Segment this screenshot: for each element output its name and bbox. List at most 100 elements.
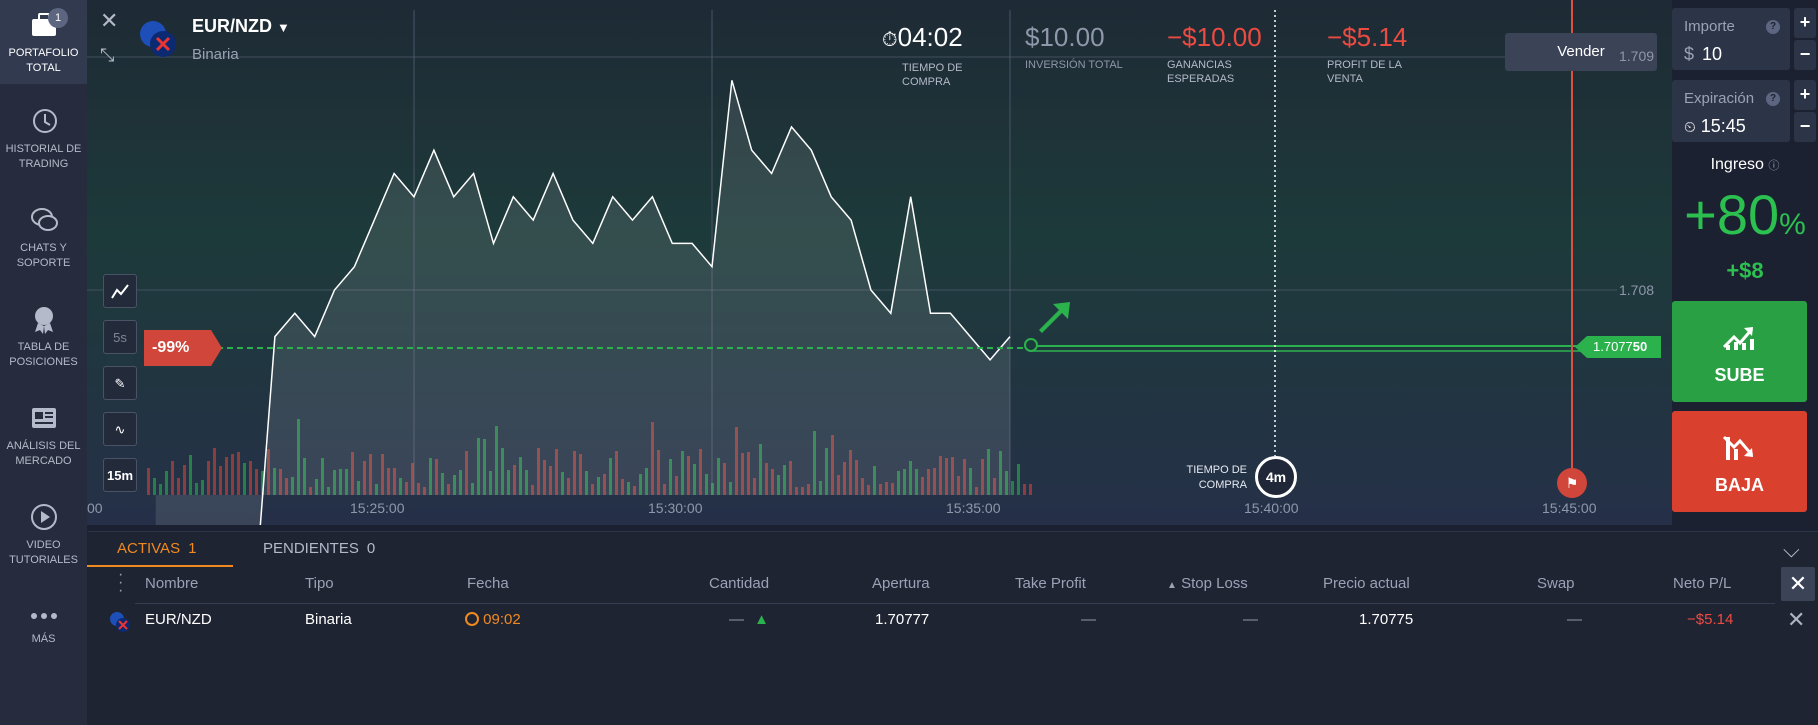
expiration-decrease-button[interactable]: − [1794,112,1816,142]
sidebar-item-leaderboard[interactable]: TABLA DE POSICIONES [0,304,87,370]
sidebar-item-chats[interactable]: CHATS Y SOPORTE [0,205,87,271]
col-cantidad[interactable]: Cantidad [709,575,769,592]
chart-canvas [87,0,1617,525]
expiration-value: ⏲ 15:45 [1684,116,1746,137]
col-precio-actual[interactable]: Precio actual [1323,575,1410,592]
sidebar-item-label: ANÁLISIS DEL MERCADO [6,440,81,467]
amount-field[interactable]: Importe ? $10 [1672,8,1790,70]
volume-bar [159,484,162,495]
up-triangle-icon: ▲ [754,611,770,628]
more-icon [30,613,57,619]
col-fecha[interactable]: Fecha [467,575,509,592]
eur-nzd-flag-icon [110,612,130,632]
expiration-label: Expiración [1684,90,1755,107]
expected-stat: −$10.00 GANANCIAS ESPERADAS [1167,22,1262,86]
expiration-time: 15:45 [1700,116,1746,136]
volume-bar [171,461,174,495]
timer-icon [465,612,479,626]
investment-label: INVERSIÓN TOTAL [1025,59,1123,71]
sidebar-item-label: TABLA DE POSICIONES [9,341,78,368]
help-icon[interactable]: ? [1766,92,1780,106]
col-apertura[interactable]: Apertura [872,575,930,592]
buy-time-stat: ⏱04:02 TIEMPO DE COMPRA [882,22,992,89]
cell-pl: −$5.14 [1687,611,1734,628]
amount-number: 10 [1702,44,1723,64]
sidebar-item-label: PORTAFOLIO TOTAL [8,47,79,74]
tab-count: 0 [366,540,376,557]
tab-count: 1 [188,540,197,557]
buy-time-countdown: 4m [1255,456,1297,498]
expected-value: −$10.00 [1167,22,1262,52]
sidebar-item-portfolio[interactable]: 1 PORTAFOLIO TOTAL [0,0,87,84]
asset-selector[interactable]: EUR/NZD ▼ [192,16,290,37]
cell-swap: — [1567,611,1582,628]
income-label: Ingreso ⓘ [1672,156,1818,174]
tab-active[interactable]: ACTIVAS 1 [87,531,233,567]
draw-tool-button[interactable]: ✎ [103,366,137,400]
volume-bar [207,461,210,495]
amount-increase-button[interactable]: + [1794,8,1816,38]
currency-symbol: $ [1684,44,1695,64]
volume-bar [243,463,246,495]
wave-icon: ∿ [114,422,126,437]
y-tick-label: 1.708 [1619,282,1655,298]
current-price-tag: 1.707750 [1587,336,1661,358]
sidebar-item-history[interactable]: HISTORIAL DE TRADING [0,106,87,172]
volume-bar [213,448,216,495]
expiration-increase-button[interactable]: + [1794,80,1816,110]
income-percent-value: +80 [1684,183,1780,246]
medal-icon [34,307,53,334]
sidebar-item-label: VIDEO TUTORIALES [9,539,78,566]
table-header-divider [135,603,1775,604]
cell-qty-value: — [729,611,744,628]
help-icon[interactable]: ⓘ [1768,160,1779,172]
price-chart[interactable]: EUR/NZD ▼ Binaria ✕ ⤡ ⏱04:02 TIEMPO DE C… [87,0,1672,525]
buy-time-label: TIEMPO DE COMPRA [902,62,963,88]
clock-icon: ⏲ [1684,119,1696,136]
column-menu-icon[interactable]: · · · [118,567,123,599]
collapse-panel-icon[interactable]: ⌵ [1783,537,1800,563]
timeframe-button[interactable]: 15m [103,458,137,492]
col-take-profit[interactable]: Take Profit [1015,575,1086,592]
close-all-button[interactable]: ✕ [1781,567,1815,601]
col-nombre[interactable]: Nombre [145,575,198,592]
stopwatch-icon: ⏱ [882,29,898,51]
expiration-field[interactable]: Expiración ? ⏲ 15:45 [1672,80,1790,142]
indicators-button[interactable]: ∿ [103,412,137,446]
investment-stat: $10.00 INVERSIÓN TOTAL [1025,22,1123,72]
tab-label: PENDIENTES [263,540,359,557]
chat-icon [30,208,58,231]
chart-type-button[interactable] [103,274,137,308]
volume-bar [1011,481,1014,495]
x-tick-label: 15:30:00 [648,500,703,516]
investment-value: $10.00 [1025,22,1105,52]
collapse-icon[interactable]: ⤡ [100,45,114,66]
col-neto-pl[interactable]: Neto P/L [1673,575,1731,592]
col-stop-loss[interactable]: ▲ Stop Loss [1167,575,1248,592]
x-tick-label: 15:45:00 [1542,500,1597,516]
eur-nzd-flag-icon [140,21,176,57]
sort-asc-icon: ▲ [1167,580,1177,591]
up-arrow-indicator [1039,302,1070,333]
sidebar-item-label: MÁS [31,633,56,645]
amount-decrease-button[interactable]: − [1794,40,1816,70]
finish-flag-icon: ⚑ [1557,468,1587,498]
call-up-button[interactable]: SUBE [1672,301,1807,402]
sidebar-item-analysis[interactable]: ANÁLISIS DEL MERCADO [0,403,87,469]
volume-bar [183,465,186,495]
col-swap[interactable]: Swap [1537,575,1575,592]
volume-bar [165,471,168,495]
sidebar-item-more[interactable]: MÁS [0,606,87,647]
tab-pending[interactable]: PENDIENTES 0 [233,531,375,567]
col-tipo[interactable]: Tipo [305,575,334,592]
help-icon[interactable]: ? [1766,20,1780,34]
news-icon [31,408,56,428]
sidebar-item-videos[interactable]: VIDEO TUTORIALES [0,502,87,568]
volume-bar [219,466,222,495]
put-down-button[interactable]: BAJA [1672,411,1807,512]
close-icon[interactable]: ✕ [100,8,118,34]
close-position-icon[interactable]: ✕ [1787,607,1805,633]
sell-profit-label: PROFIT DE LA VENTA [1327,59,1402,85]
interval-button[interactable]: 5s [103,320,137,354]
y-tick-label: 1.709 [1619,48,1655,64]
